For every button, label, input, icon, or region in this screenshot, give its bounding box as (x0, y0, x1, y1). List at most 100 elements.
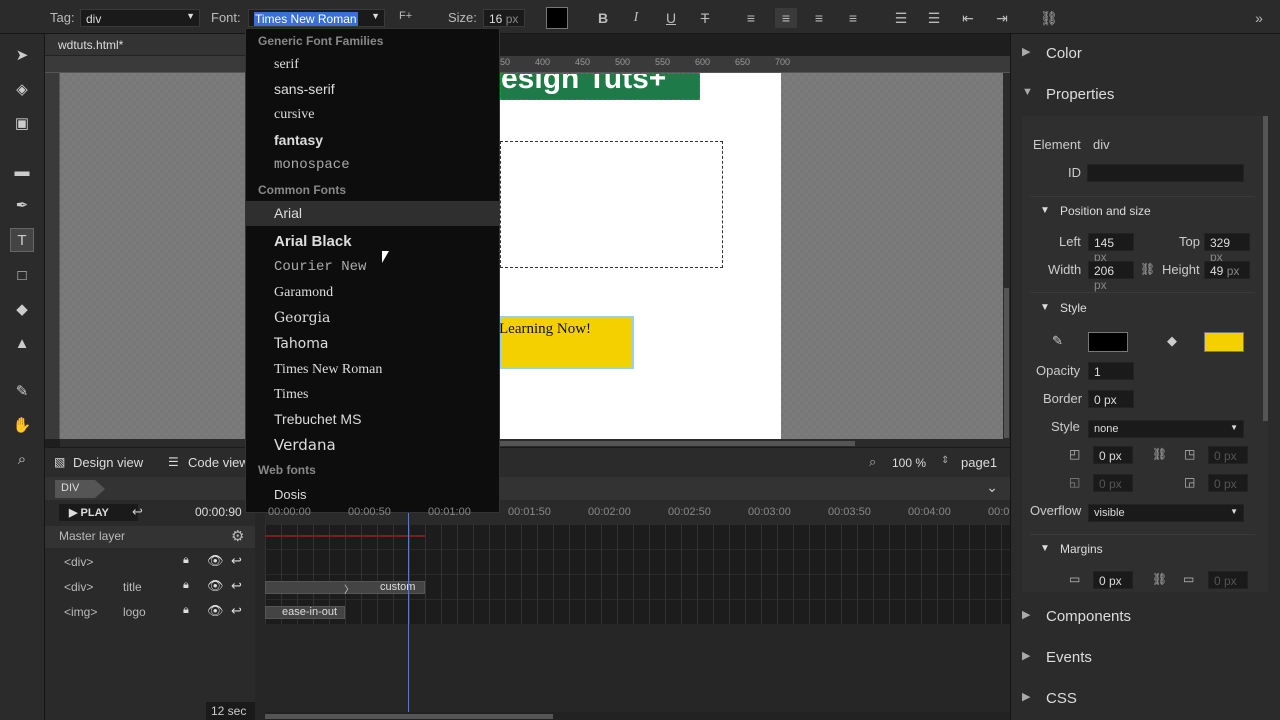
radius-tl-input[interactable]: 0 px (1093, 446, 1133, 464)
font-option[interactable]: sans-serif (246, 77, 499, 102)
border-style-select[interactable]: none ▼ (1088, 420, 1244, 438)
transform-box-icon[interactable]: ▣ (10, 112, 34, 136)
font-plus-button[interactable]: F+ (399, 10, 412, 22)
ordered-list-icon[interactable]: ☰ (890, 8, 912, 28)
font-option[interactable]: Trebuchet MS (246, 407, 499, 432)
vertical-scroll-thumb[interactable] (1004, 288, 1009, 438)
id-input[interactable] (1087, 164, 1244, 182)
title-keyframe-bar[interactable]: 〉 custom (265, 581, 425, 596)
radius-tr-input[interactable]: 0 px (1208, 446, 1248, 464)
lock-icon[interactable]: 🔒︎ (183, 604, 189, 617)
font-option[interactable]: Verdana (246, 433, 499, 458)
stage-horizontal-scrollbar[interactable] (60, 439, 1010, 447)
align-right-icon[interactable]: ≡ (808, 8, 830, 28)
link-icon[interactable]: ⛓ (1140, 262, 1155, 276)
design-stage[interactable]: esign Tuts+ Learning Now! (60, 73, 1005, 439)
css-section-header[interactable]: CSS (1046, 690, 1077, 707)
margin-input[interactable]: 0 px (1208, 571, 1248, 589)
tag-select[interactable]: div ▼ (80, 9, 200, 27)
gear-icon[interactable]: ⚙ (231, 527, 244, 545)
align-justify-icon[interactable]: ≡ (842, 8, 864, 28)
timeline-grid[interactable]: 〉 custom ease-in-out (265, 524, 1010, 624)
eye-icon[interactable]: 👁︎ (207, 578, 224, 594)
margin-input[interactable]: 0 px (1093, 571, 1133, 589)
opacity-input[interactable]: 1 (1088, 362, 1134, 380)
div-placeholder[interactable] (500, 141, 723, 268)
font-option[interactable]: fantasy (246, 128, 499, 153)
radius-br-input[interactable]: 0 px (1208, 474, 1248, 492)
lock-icon[interactable]: 🔒︎ (183, 554, 189, 567)
text-tool-icon[interactable]: T (10, 228, 34, 252)
select-arrow-icon[interactable]: ➤ (10, 44, 34, 68)
layer-row[interactable]: <div> 🔒︎ 👁︎ ↩ (45, 550, 255, 575)
playhead[interactable] (408, 510, 409, 720)
design-view-tab[interactable]: Design view (73, 455, 143, 470)
zoom-icon[interactable]: ⌕ (10, 448, 34, 472)
font-option[interactable]: Times (246, 382, 499, 407)
expand-icon[interactable]: ▶ (1022, 45, 1030, 58)
font-option-selected[interactable]: Arial (246, 201, 499, 226)
position-size-header[interactable]: Position and size (1060, 204, 1151, 218)
font-option[interactable]: Georgia (246, 306, 499, 331)
eye-icon[interactable]: 👁︎ (207, 603, 224, 619)
height-input[interactable]: 49 px (1204, 261, 1250, 279)
collapse-icon[interactable]: ▼ (1022, 86, 1033, 98)
size-input[interactable]: 16 px (483, 9, 525, 27)
zoom-field[interactable]: 100 % (887, 454, 937, 472)
loop-icon[interactable]: ↩ (132, 504, 143, 520)
collapse-icon[interactable]: ▼ (1040, 205, 1050, 216)
eye-icon[interactable]: 👁︎ (207, 553, 224, 569)
layer-row[interactable]: <img> logo 🔒︎ 👁︎ ↩ (45, 600, 255, 625)
stroke-color-swatch[interactable] (1088, 332, 1128, 352)
heading-element[interactable]: esign Tuts+ (500, 73, 700, 100)
timeline-scroll-thumb[interactable] (265, 714, 553, 719)
rectangle-icon[interactable]: □ (10, 264, 34, 288)
eraser-icon[interactable]: ▬ (10, 160, 34, 184)
margins-header[interactable]: Margins (1060, 542, 1103, 556)
font-select[interactable]: Times New Roman ▼ (248, 9, 385, 27)
logo-keyframe-bar[interactable]: ease-in-out (265, 606, 345, 619)
element-breadcrumb[interactable]: DIV (55, 480, 105, 498)
duration-field[interactable]: 12 sec (206, 702, 255, 720)
layer-row[interactable]: <div> title 🔒︎ 👁︎ ↩ (45, 575, 255, 600)
stamp-icon[interactable]: ▲ (10, 332, 34, 356)
link-icon[interactable]: ⛓ (1038, 8, 1060, 28)
collapse-icon[interactable]: ▼ (1040, 302, 1050, 313)
pen-icon[interactable]: ✒ (10, 194, 34, 218)
link-icon[interactable]: ⛓ (1152, 572, 1167, 586)
indent-icon[interactable]: ⇥ (991, 8, 1013, 28)
overflow-select[interactable]: visible ▼ (1088, 504, 1244, 522)
font-option[interactable]: Times New Roman (246, 357, 499, 382)
undo-icon[interactable]: ↩ (231, 603, 242, 619)
font-option[interactable]: Dosis (246, 482, 499, 507)
strikethrough-icon[interactable]: T (694, 8, 716, 28)
play-button[interactable]: ▶ PLAY (59, 504, 138, 521)
events-section-header[interactable]: Events (1046, 649, 1092, 666)
width-input[interactable]: 206 px (1088, 261, 1134, 292)
unordered-list-icon[interactable]: ☰ (923, 8, 945, 28)
collapse-timeline-icon[interactable]: ⌄ (986, 479, 998, 496)
font-option[interactable]: Tahoma (246, 332, 499, 357)
radius-bl-input[interactable]: 0 px (1093, 474, 1133, 492)
font-option[interactable]: cursive (246, 102, 499, 127)
font-option[interactable]: Courier New (246, 255, 499, 280)
horizontal-scroll-thumb[interactable] (500, 441, 855, 446)
paint-bucket-icon[interactable]: ◆ (10, 298, 34, 322)
expand-icon[interactable]: ▶ (1022, 690, 1030, 703)
undo-icon[interactable]: ↩ (231, 553, 242, 569)
font-option[interactable]: serif (246, 52, 499, 77)
components-section-header[interactable]: Components (1046, 608, 1131, 625)
left-input[interactable]: 145 px (1088, 233, 1134, 264)
cta-button-element[interactable]: Learning Now! (499, 316, 634, 369)
border-input[interactable]: 0 px (1088, 390, 1134, 408)
properties-section-header[interactable]: Properties (1046, 86, 1114, 103)
expand-icon[interactable]: ▶ (1022, 608, 1030, 621)
zoom-stepper-icon[interactable]: ⇕ (941, 455, 949, 466)
font-option[interactable]: monospace (246, 153, 499, 178)
underline-icon[interactable]: U (660, 8, 682, 28)
properties-scroll-thumb[interactable] (1263, 116, 1268, 421)
document-tab[interactable]: wdtuts.html* (45, 34, 245, 56)
undo-icon[interactable]: ↩ (231, 578, 242, 594)
style-header[interactable]: Style (1060, 301, 1087, 315)
font-option[interactable]: Garamond (246, 280, 499, 305)
